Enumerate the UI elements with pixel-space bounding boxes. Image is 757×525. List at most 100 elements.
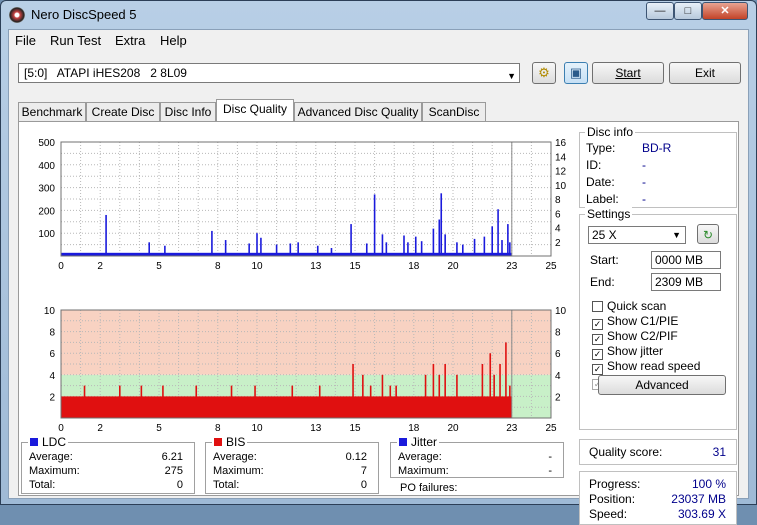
drive-icon: ⚙	[538, 65, 550, 80]
maximize-button[interactable]: □	[674, 2, 702, 20]
checkbox-label: Show C2/PIF	[607, 329, 678, 343]
disc-id-value: -	[642, 158, 646, 172]
y-tick-label: 400	[38, 161, 55, 172]
start-button[interactable]: Start	[592, 62, 664, 84]
ldc-average-label: Average:	[29, 451, 73, 463]
checkbox-quick-scan[interactable]: Quick scan	[592, 299, 666, 313]
y-tick-label: 300	[38, 184, 55, 195]
speed-select[interactable]: 25 X ▼	[588, 226, 686, 244]
y-tick-label: 6	[49, 349, 55, 360]
ldc-average-row: Average: 6.21	[29, 451, 187, 465]
checkbox-show-jitter[interactable]: ✓ Show jitter	[592, 344, 663, 360]
position-value: 23037 MB	[671, 492, 726, 506]
x-tick-label: 10	[251, 423, 263, 434]
x-tick-label: 15	[349, 261, 361, 272]
jitter-maximum-value: -	[548, 465, 552, 477]
checkbox-show-c2-pif[interactable]: ✓ Show C2/PIF	[592, 329, 678, 345]
y2-tick-label: 4	[555, 371, 561, 382]
x-tick-label: 23	[506, 423, 518, 434]
start-button-label: Start	[615, 66, 641, 80]
ldc-average-value: 6.21	[161, 451, 183, 463]
disc-label-value: -	[642, 192, 646, 206]
progress-label: Progress:	[589, 477, 641, 491]
progress-group: Progress: 100 % Position: 23037 MB Speed…	[579, 471, 737, 525]
minimize-button[interactable]: —	[646, 2, 674, 20]
quality-score-label: Quality score:	[589, 445, 663, 459]
disc-app-icon	[9, 7, 25, 23]
speed-value: 303.69 X	[677, 507, 726, 521]
x-tick-label: 10	[251, 261, 263, 272]
bis-average-label: Average:	[213, 451, 257, 463]
y2-tick-label: 10	[555, 306, 567, 317]
drive-info-button[interactable]: ⚙	[532, 62, 556, 84]
disc-quality-panel: 100 200 300 400 500 2 4 6 8 10 12 14 16 0 2 5 8 10 13 15 18 2…	[18, 121, 739, 525]
x-tick-label: 18	[408, 261, 420, 272]
tab-advanced-disc-quality[interactable]: Advanced Disc Quality	[294, 102, 422, 121]
save-button[interactable]: ▣	[564, 62, 588, 84]
jitter-average-value: -	[548, 451, 552, 463]
x-tick-label: 0	[58, 261, 64, 272]
exit-button[interactable]: Exit	[669, 62, 741, 84]
y2-tick-label: 4	[555, 224, 561, 235]
tab-disc-quality[interactable]: Disc Quality	[216, 99, 294, 122]
jitter-stats-header: Jitter	[397, 435, 440, 449]
title-bar[interactable]: Nero DiscSpeed 5 — □ ✕	[1, 1, 756, 29]
x-tick-label: 20	[447, 423, 459, 434]
y-tick-label: 200	[38, 206, 55, 217]
settings-title: Settings	[585, 207, 633, 221]
end-field[interactable]: 2309 MB	[651, 273, 721, 291]
x-tick-label: 8	[215, 261, 221, 272]
close-button[interactable]: ✕	[702, 2, 748, 20]
advanced-button-label: Advanced	[635, 378, 689, 392]
menu-extra[interactable]: Extra	[115, 33, 145, 48]
checkbox-show-read-speed[interactable]: ✓ Show read speed	[592, 359, 700, 375]
x-tick-label: 5	[156, 423, 162, 434]
y2-tick-label: 8	[555, 328, 561, 339]
ldc-total-label: Total:	[29, 479, 56, 491]
y-tick-label: 8	[49, 328, 55, 339]
menu-file[interactable]: File	[15, 33, 36, 48]
ldc-maximum-label: Maximum:	[29, 465, 80, 477]
ldc-stats: LDC Average: 6.21 Maximum: 275 Total: 0	[21, 435, 195, 494]
device-select-value: [5:0] ATAPI iHES208 2 8L09	[24, 66, 187, 80]
menu-run-test[interactable]: Run Test	[50, 33, 101, 48]
maximize-icon: □	[684, 5, 692, 17]
tab-scandisc[interactable]: ScanDisc	[422, 102, 486, 121]
y2-tick-label: 2	[555, 392, 561, 403]
disc-id-label: ID:	[586, 158, 602, 172]
x-tick-label: 2	[97, 261, 103, 272]
jitter-maximum-row: Maximum: -	[398, 465, 556, 479]
ldc-stats-header: LDC	[28, 435, 69, 449]
x-tick-label: 25	[545, 261, 557, 272]
device-select[interactable]: [5:0] ATAPI iHES208 2 8L09 ▼	[18, 63, 520, 83]
y2-tick-label: 6	[555, 209, 561, 220]
menu-help[interactable]: Help	[160, 33, 187, 48]
y-tick-label: 10	[44, 306, 56, 317]
jitter-stats: Jitter Average: - Maximum: -	[390, 435, 564, 479]
tab-benchmark[interactable]: Benchmark	[18, 102, 86, 121]
x-tick-label: 25	[545, 423, 557, 434]
chevron-down-icon: ▼	[672, 230, 681, 240]
app-window: Nero DiscSpeed 5 — □ ✕ File Run Test Ext…	[0, 0, 757, 525]
start-field[interactable]: 0000 MB	[651, 251, 721, 269]
disc-date-label: Date:	[586, 175, 615, 189]
tab-create-disc[interactable]: Create Disc	[86, 102, 160, 121]
x-tick-label: 13	[310, 423, 322, 434]
plot-background	[61, 142, 551, 256]
refresh-speed-button[interactable]: ↻	[697, 224, 719, 244]
x-tick-label: 15	[349, 423, 361, 434]
disc-info-title: Disc info	[585, 125, 636, 139]
bis-average-value: 0.12	[345, 451, 367, 463]
bis-color-swatch	[214, 438, 222, 446]
advanced-button[interactable]: Advanced	[598, 375, 726, 395]
progress-value: 100 %	[691, 477, 726, 491]
bis-maximum-label: Maximum:	[213, 465, 264, 477]
checkbox-show-c1-pie[interactable]: ✓ Show C1/PIE	[592, 314, 678, 330]
tab-disc-info[interactable]: Disc Info	[160, 102, 216, 121]
bis-total-label: Total:	[213, 479, 240, 491]
y2-tick-label: 2	[555, 238, 561, 249]
bis-total-value: 0	[360, 479, 367, 491]
ldc-maximum-value: 275	[164, 465, 183, 477]
ldc-maximum-row: Maximum: 275	[29, 465, 187, 479]
ldc-stats-title: LDC	[42, 435, 67, 449]
